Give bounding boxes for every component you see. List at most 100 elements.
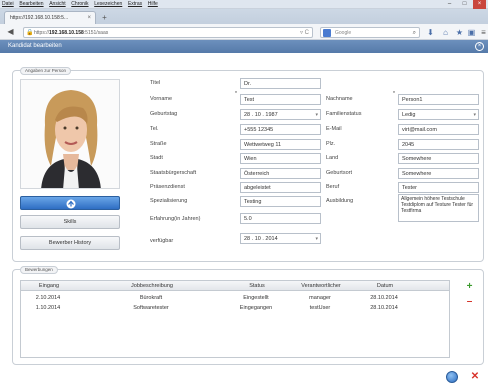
col-verantwortlicher[interactable]: Verantwortlicher <box>287 281 355 291</box>
familienstatus-label: Familienstatus <box>326 111 362 117</box>
maximize-icon[interactable]: □ <box>458 0 471 9</box>
praesenzdienst-input[interactable]: abgeleistet <box>240 182 321 193</box>
strasse-label: Straße <box>150 141 167 147</box>
staatsbuergerschaft-input[interactable]: Österreich <box>240 168 321 179</box>
url-host: 192.168.10.158 <box>49 30 84 36</box>
vorname-input[interactable]: Test <box>240 94 321 105</box>
magnifier-icon[interactable]: ⌕ <box>413 28 416 38</box>
add-application-icon[interactable]: + <box>465 282 474 292</box>
cell-jobbeschreibung: Softwaretester <box>133 305 169 311</box>
close-dialog-icon[interactable]: × <box>475 42 484 51</box>
bewerber-history-button[interactable]: Bewerber History <box>20 236 120 250</box>
titel-input[interactable]: Dr. <box>240 78 321 89</box>
download-icon[interactable]: ⬇ <box>425 27 436 38</box>
table-row[interactable]: 1.10.2014 Softwaretester Eingegangen tes… <box>20 303 450 313</box>
email-label: E-Mail <box>326 126 342 132</box>
page-title: Kandidat bearbeiten <box>8 43 62 49</box>
email-input[interactable]: virt@mail.com <box>398 124 479 135</box>
candidate-photo <box>20 79 120 189</box>
cell-datum: 28.10.2014 <box>370 305 398 311</box>
back-icon[interactable]: ◀ <box>5 26 16 37</box>
col-jobbeschreibung[interactable]: Jobbeschreibung <box>77 281 227 291</box>
staatsbuergerschaft-label: Staatsbürgerschaft <box>150 170 197 176</box>
cell-eingang: 1.10.2014 <box>35 305 61 311</box>
geburtstag-datepicker[interactable]: 28 . 10 . 1987 ▾ <box>240 109 321 120</box>
ausbildung-label: Ausbildung <box>326 198 354 204</box>
stadt-input[interactable]: Wien <box>240 153 321 164</box>
cell-jobbeschreibung: Bürokraft <box>139 295 163 301</box>
praesenzdienst-label: Präsenzdienst <box>150 184 185 190</box>
person-legend: Angaben zur Person <box>20 67 72 75</box>
col-status[interactable]: Status <box>227 281 287 291</box>
new-tab-icon[interactable]: + <box>100 13 109 22</box>
familienstatus-select[interactable]: Ledig ▾ <box>398 109 479 120</box>
erfahrung-input[interactable]: 5.0 <box>240 213 321 224</box>
skills-button[interactable]: Skills <box>20 215 120 229</box>
reload-icon[interactable]: ▿ C <box>300 28 309 38</box>
bewerbungen-legend: Bewerbungen <box>20 266 58 274</box>
minimize-icon[interactable]: – <box>443 0 456 9</box>
menu-bearbeiten[interactable]: Bearbeiten <box>17 0 45 9</box>
land-label: Land <box>326 155 339 161</box>
chevron-down-icon[interactable]: ▾ <box>473 110 476 120</box>
cell-eingang: 2.10.2014 <box>35 295 61 301</box>
menu-datei[interactable]: Datei <box>0 0 16 9</box>
app-titlebar: Kandidat bearbeiten × <box>0 40 488 53</box>
col-datum[interactable]: Datum <box>355 281 415 291</box>
search-box[interactable]: Google ⌕ <box>320 27 420 38</box>
google-icon <box>323 29 331 37</box>
cancel-icon[interactable]: ✕ <box>469 371 481 383</box>
applications-table-header: Eingang Jobbeschreibung Status Verantwor… <box>20 280 450 291</box>
home-icon[interactable]: ⌂ <box>440 27 451 38</box>
browser-tab[interactable]: https://192.168.10.158:5... × <box>4 11 96 24</box>
verfuegbar-value: 28 . 10 . 2014 <box>244 236 278 242</box>
familienstatus-value: Ledig <box>402 112 416 118</box>
nachname-input[interactable]: Person1 <box>398 94 479 105</box>
tab-title: https://192.168.10.158:5... <box>10 15 69 21</box>
address-bar[interactable]: 🔒 https://192.168.10.158:5151/saas ▿ C <box>23 27 313 38</box>
url-prefix: https:// <box>34 30 50 36</box>
ausbildung-textarea[interactable]: Allgemein höhere Testschule Testdiplom a… <box>398 194 479 222</box>
beruf-input[interactable]: Tester <box>398 182 479 193</box>
menu-lesezeichen[interactable]: Lesezeichen <box>92 0 124 9</box>
bookmark-star-icon[interactable]: ★ <box>454 27 465 38</box>
chevron-down-icon[interactable]: ▾ <box>315 234 318 244</box>
plz-label: Plz. <box>326 141 336 147</box>
geburtsort-input[interactable]: Somewhere <box>398 168 479 179</box>
col-eingang[interactable]: Eingang <box>21 281 77 291</box>
tab-close-icon[interactable]: × <box>87 12 91 24</box>
upload-icon <box>66 199 76 209</box>
nachname-label: Nachname <box>326 96 353 102</box>
window-close-icon[interactable]: × <box>473 0 486 9</box>
cell-verantwortlicher: testUser <box>309 305 331 311</box>
cell-status: Eingegangen <box>239 305 273 311</box>
menu-extras[interactable]: Extras <box>126 0 144 9</box>
clipboard-icon[interactable]: ▣ <box>466 27 477 38</box>
cell-verantwortlicher: manager <box>309 295 331 301</box>
land-input[interactable]: Somewhere <box>398 153 479 164</box>
required-marker: * <box>393 91 395 97</box>
vorname-label: Vorname <box>150 96 173 102</box>
search-placeholder: Google <box>335 30 352 36</box>
tel-input[interactable]: +555 12345 <box>240 124 321 135</box>
spezialisierung-label: Spezialisierung <box>150 198 188 204</box>
upload-photo-button[interactable] <box>20 196 120 210</box>
strasse-input[interactable]: Wettwetweg 11 <box>240 139 321 150</box>
menu-chronik[interactable]: Chronik <box>69 0 90 9</box>
erfahrung-label: Erfahrung(in Jahren) <box>150 216 201 222</box>
cell-status: Eingestellt <box>243 295 269 301</box>
table-row[interactable]: 2.10.2014 Bürokraft Eingestellt manager … <box>20 293 450 303</box>
verfuegbar-label: verfügbar <box>150 238 174 244</box>
spezialisierung-input[interactable]: Testing <box>240 196 321 207</box>
menu-hilfe[interactable]: Hilfe <box>146 0 160 9</box>
remove-application-icon[interactable]: – <box>465 297 474 307</box>
menu-icon[interactable]: ≡ <box>478 27 488 38</box>
menu-ansicht[interactable]: Ansicht <box>47 0 67 9</box>
plz-input[interactable]: 2045 <box>398 139 479 150</box>
titel-label: Titel <box>150 80 161 86</box>
geburtstag-label: Geburtstag <box>150 111 178 117</box>
chevron-down-icon[interactable]: ▾ <box>315 110 318 120</box>
url-suffix: :5151/saas <box>83 30 109 36</box>
save-icon[interactable] <box>446 371 458 383</box>
verfuegbar-datepicker[interactable]: 28 . 10 . 2014 ▾ <box>240 233 321 244</box>
